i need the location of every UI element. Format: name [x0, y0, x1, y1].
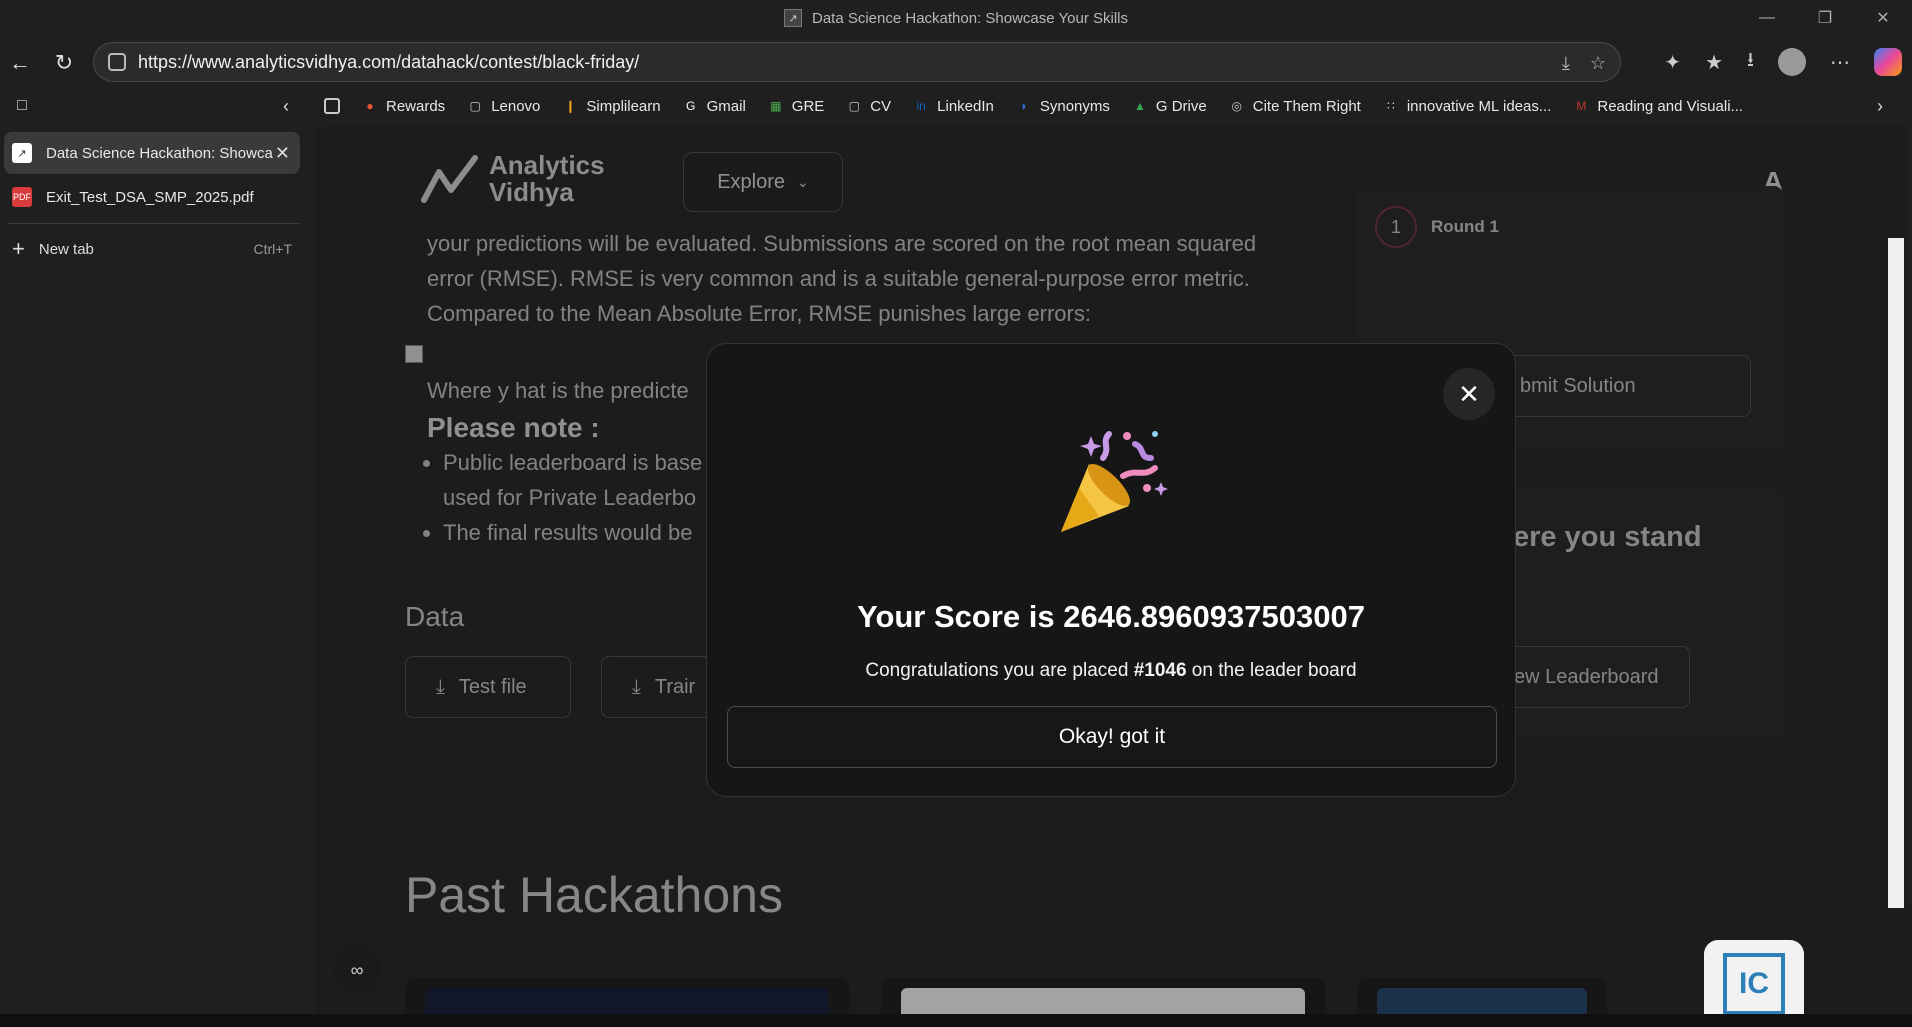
new-tab-button[interactable]: + New tab Ctrl+T [12, 236, 292, 262]
score-modal: ✕ Your Score is 2646.8960937503007 Congr… [706, 343, 1516, 797]
bookmark-item[interactable]: M Reading and Visuali... [1573, 98, 1743, 115]
chat-link-icon[interactable]: ∞ [333, 946, 381, 994]
bookmark-label: Rewards [386, 97, 446, 115]
bookmarks-more-icon[interactable]: › [1866, 86, 1894, 126]
gdrive-icon: ▲ [1133, 99, 1146, 113]
vertical-tabs-sidebar: ↗ Data Science Hackathon: Showca ✕ PDF E… [0, 124, 305, 1027]
download-page-icon[interactable]: ⤓ [1562, 53, 1570, 74]
sidebar-divider [8, 223, 300, 224]
window-title: Data Science Hackathon: Showcase Your Sk… [811, 9, 1128, 27]
window-titlebar: ↗ Data Science Hackathon: Showcase Your … [0, 0, 1912, 36]
favorites-icon[interactable]: ★ [1705, 50, 1723, 75]
simplilearn-icon: ❙ [565, 99, 576, 113]
bookmark-item[interactable]: ❙ Simplilearn [562, 98, 660, 115]
url-actions: ⤓ ☆ [1562, 43, 1606, 83]
rank-prefix: Congratulations you are placed [865, 660, 1134, 681]
bookmark-item[interactable]: ∷ innovative ML ideas... [1383, 97, 1552, 115]
copilot-icon[interactable] [1874, 48, 1902, 76]
google-icon: G [685, 99, 696, 113]
party-popper-icon [1061, 431, 1168, 532]
sidebar-toggle-icon[interactable]: □ [0, 86, 44, 126]
bookmark-item[interactable]: ▲ G Drive [1132, 98, 1207, 115]
close-window-icon[interactable]: ✕ [1854, 0, 1912, 36]
linkedin-icon: in [916, 99, 926, 113]
bookmark-label: Gmail [706, 97, 746, 115]
tab-label: Data Science Hackathon: Showca [46, 144, 273, 162]
close-tab-icon[interactable]: ✕ [275, 143, 290, 164]
bookmark-label: LinkedIn [937, 97, 994, 115]
url-text[interactable]: https://www.analyticsvidhya.com/datahack… [138, 52, 639, 73]
bookmark-item[interactable]: ◎ Cite Them Right [1229, 97, 1361, 115]
rank-message: Congratulations you are placed #1046 on … [707, 660, 1515, 682]
extensions-icon[interactable]: ✦ [1664, 50, 1681, 75]
ict-academy-widget[interactable]: IC [1608, 908, 1912, 1027]
synonyms-icon: ◗ [1020, 99, 1028, 113]
reading-icon: M [1576, 99, 1587, 113]
refresh-icon[interactable]: ↻ [44, 43, 84, 83]
bookmark-item[interactable]: ● Rewards [362, 98, 445, 115]
ict-logo-mark-icon: IC [1723, 952, 1785, 1015]
bookmark-label: innovative ML ideas... [1406, 97, 1552, 115]
okay-got-it-button[interactable]: Okay! got it [727, 706, 1497, 768]
favorite-star-icon[interactable]: ☆ [1590, 53, 1606, 74]
bookmark-item[interactable]: ◗ Synonyms [1016, 98, 1110, 115]
bookmarks-bar: □ ‹ ● Rewards ▢ Lenovo ❙ Simplilearn G Gmail ▦ GR… [0, 88, 1912, 124]
tab-label: Exit_Test_DSA_SMP_2025.pdf [46, 188, 254, 206]
rank-value: #1046 [1133, 660, 1187, 681]
bookmark-collections[interactable] [324, 98, 340, 114]
window-controls: — ❐ ✕ [1738, 0, 1912, 36]
score-text: Your Score is 2646.8960937503007 [857, 599, 1365, 634]
new-tab-label: New tab [38, 240, 94, 258]
tab-data-science-hackathon[interactable]: ↗ Data Science Hackathon: Showca ✕ [4, 132, 300, 174]
globe-icon: ◎ [1231, 99, 1242, 113]
bookmark-label: CV [870, 97, 892, 115]
site-info-icon[interactable] [108, 53, 126, 71]
site-favicon-icon: ↗ [783, 9, 802, 27]
close-icon[interactable]: ✕ [1443, 368, 1495, 420]
profile-avatar[interactable] [1778, 48, 1806, 76]
bookmark-label: Reading and Visuali... [1597, 97, 1744, 115]
minimize-icon[interactable]: — [1738, 0, 1796, 36]
downloads-icon[interactable]: ⭳ [1747, 45, 1754, 79]
bookmark-label: G Drive [1155, 97, 1207, 115]
address-row: ← ↻ https://www.analyticsvidhya.com/data… [0, 40, 1912, 86]
new-tab-shortcut: Ctrl+T [253, 241, 293, 257]
toolbar-icons: ✦ ★ ⭳ ⋯ [1664, 42, 1902, 82]
grid-icon: ∷ [1387, 99, 1395, 113]
back-icon[interactable]: ← [0, 43, 40, 83]
restore-icon[interactable]: ❐ [1796, 0, 1854, 36]
gre-icon: ▦ [770, 99, 782, 113]
collections-icon [324, 98, 340, 114]
pdf-icon: PDF [12, 187, 32, 207]
plus-icon: + [12, 236, 25, 261]
rank-suffix: on the leader board [1186, 660, 1357, 681]
bookmark-item[interactable]: ▦ GRE [768, 97, 825, 115]
bookmark-label: Simplilearn [586, 97, 661, 115]
address-bar[interactable]: https://www.analyticsvidhya.com/datahack… [93, 42, 1621, 82]
bookmark-label: Cite Them Right [1252, 97, 1361, 115]
taskbar-strip [0, 1014, 1912, 1027]
bookmark-item[interactable]: in LinkedIn [913, 97, 994, 115]
page-scrollbar[interactable] [1888, 238, 1904, 1014]
bookmark-item[interactable]: ▢ Lenovo [467, 97, 541, 115]
tab-exit-test-pdf[interactable]: PDF Exit_Test_DSA_SMP_2025.pdf [4, 176, 300, 218]
more-menu-icon[interactable]: ⋯ [1830, 50, 1850, 75]
analytics-vidhya-icon: ↗ [12, 143, 32, 163]
folder-icon: ▢ [848, 99, 860, 113]
collapse-tabs-icon[interactable]: ‹ [272, 86, 300, 126]
bookmark-item[interactable]: G Gmail [683, 98, 746, 115]
bookmark-label: GRE [791, 97, 825, 115]
folder-icon: ▢ [469, 99, 481, 113]
bookmark-item[interactable]: ▢ CV [846, 97, 892, 115]
bookmark-label: Synonyms [1039, 97, 1110, 115]
bookmark-label: Lenovo [491, 97, 541, 115]
rewards-icon: ● [366, 99, 374, 113]
